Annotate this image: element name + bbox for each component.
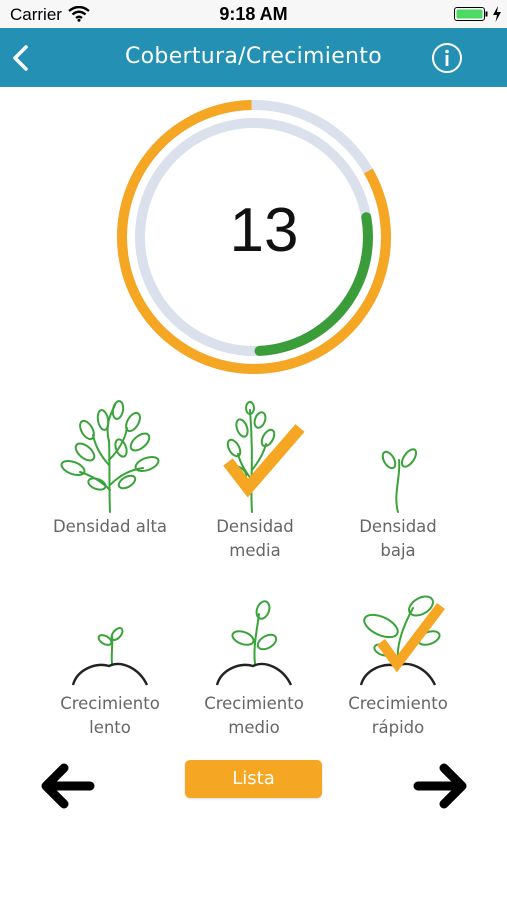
option-label: Crecimiento medio <box>204 694 304 737</box>
small-seedling-icon <box>71 627 149 686</box>
status-time: 9:18 AM <box>219 4 288 24</box>
grown-plant-icon <box>359 595 445 686</box>
option-label: Densidad media <box>216 517 294 560</box>
option-growth-medium[interactable]: Crecimiento medio <box>184 592 324 740</box>
sprout-icon <box>381 448 418 513</box>
list-button[interactable]: Lista <box>185 760 322 798</box>
arrow-left-icon[interactable] <box>38 756 98 816</box>
option-label: Crecimiento rápido <box>348 694 448 737</box>
option-label: Densidad alta <box>52 517 168 536</box>
option-growth-slow[interactable]: Crecimiento lento <box>40 592 180 740</box>
navigation-bar: Cobertura/Crecimiento <box>0 28 507 87</box>
option-density-high[interactable]: Densidad alta <box>40 400 180 539</box>
option-density-low[interactable]: Densidad baja <box>328 400 468 563</box>
option-label: Crecimiento lento <box>60 694 160 737</box>
arrow-right-icon[interactable] <box>410 756 470 816</box>
info-icon[interactable] <box>431 42 463 74</box>
count-value: 13 <box>229 196 299 265</box>
option-label: Densidad baja <box>359 517 437 560</box>
status-bar: Carrier 9:18 AM <box>0 0 507 28</box>
medium-plant-icon <box>223 401 305 513</box>
option-growth-fast[interactable]: Crecimiento rápido <box>328 592 468 740</box>
charging-bolt-icon <box>493 6 501 22</box>
option-density-medium[interactable]: Densidad media <box>185 400 325 563</box>
battery-icon <box>454 7 488 21</box>
seedling-icon <box>215 600 293 686</box>
bushy-plant-icon <box>60 400 160 513</box>
